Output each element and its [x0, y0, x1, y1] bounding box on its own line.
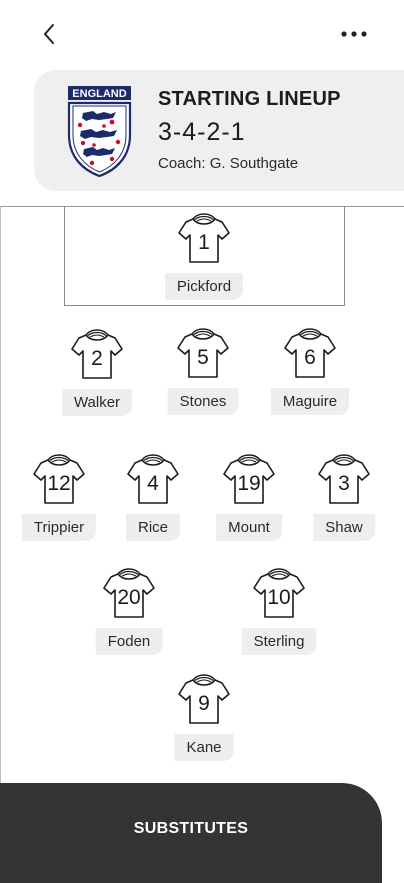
jersey-number: 6 [304, 346, 316, 369]
player-name: Maguire [270, 388, 350, 415]
player-name: Sterling [241, 628, 317, 655]
pitch-side-line [0, 206, 1, 786]
back-button[interactable] [38, 22, 62, 46]
player-defender[interactable]: 6 Maguire [265, 326, 355, 416]
player-midfielder[interactable]: 19 Mount [204, 452, 294, 542]
formation-label: 3-4-2-1 [158, 118, 246, 146]
substitutes-title[interactable]: SUBSTITUTES [0, 820, 382, 838]
player-goalkeeper[interactable]: 1 Pickford [159, 211, 249, 301]
jersey-number: 3 [338, 472, 350, 495]
chevron-left-icon [44, 24, 54, 44]
jersey-number: 2 [91, 347, 103, 370]
england-crest-logo: ENGLAND [66, 85, 133, 178]
player-defender[interactable]: 5 Stones [158, 326, 248, 416]
jersey-number: 12 [47, 472, 71, 495]
jersey-number: 20 [117, 586, 141, 609]
player-name: Foden [95, 628, 163, 655]
player-name: Kane [174, 734, 234, 761]
player-name: Stones [167, 388, 239, 415]
jersey-number: 9 [198, 692, 210, 715]
player-midfielder[interactable]: 4 Rice [108, 452, 198, 542]
more-button[interactable] [336, 22, 372, 46]
jersey-number: 10 [267, 586, 291, 609]
jersey-number: 19 [237, 472, 261, 495]
player-forward[interactable]: 9 Kane [159, 672, 249, 762]
jersey-number: 1 [198, 231, 210, 254]
player-name: Trippier [21, 514, 97, 541]
player-attacking-midfielder[interactable]: 10 Sterling [234, 566, 324, 656]
player-midfielder[interactable]: 3 Shaw [299, 452, 389, 542]
jersey-number: 5 [197, 346, 209, 369]
player-name: Walker [61, 389, 133, 416]
more-horizontal-icon [341, 31, 367, 37]
player-attacking-midfielder[interactable]: 20 Foden [84, 566, 174, 656]
page-title: STARTING LINEUP [158, 88, 341, 110]
player-name: Shaw [313, 514, 375, 541]
crest-text: ENGLAND [72, 88, 126, 100]
jersey-number: 4 [147, 472, 159, 495]
player-name: Rice [125, 514, 181, 541]
player-name: Pickford [164, 273, 244, 300]
player-defender[interactable]: 2 Walker [52, 327, 142, 417]
coach-label: Coach: G. Southgate [158, 155, 299, 172]
player-name: Mount [216, 514, 282, 541]
player-midfielder[interactable]: 12 Trippier [14, 452, 104, 542]
